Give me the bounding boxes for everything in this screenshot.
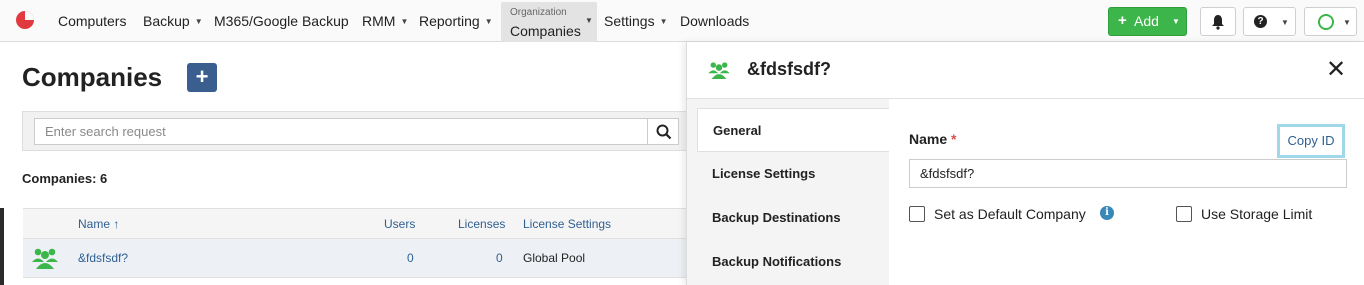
notifications-button[interactable] [1200,7,1236,36]
search-input[interactable] [34,118,648,145]
name-field-label: Name * [909,131,956,147]
company-license-settings: Global Pool [523,251,586,265]
detail-tabs: General License Settings Backup Destinat… [687,99,889,285]
add-button-label: Add [1134,13,1159,29]
company-licenses[interactable]: 0 [496,251,503,265]
company-group-icon [708,62,730,79]
nav-organization-caption: Organization [510,7,567,18]
nav-reporting[interactable]: Reporting ▼ [419,0,493,42]
table-header: Name ↑ Users Licenses License Settings [23,208,703,239]
search-icon [656,124,672,140]
company-name-field[interactable]: &fdsfsdf? [909,159,1347,188]
chevron-down-icon: ▼ [194,17,203,26]
column-header-users: Users [384,217,416,231]
nav-downloads[interactable]: Downloads [680,0,749,42]
company-detail-panel: &fdsfsdf? ✕ General License Settings Bac… [686,42,1364,285]
required-mark: * [951,131,957,147]
nav-backup[interactable]: Backup ▼ [143,0,203,42]
company-users[interactable]: 0 [407,251,414,265]
nav-organization[interactable]: Organization Companies ▼ [501,2,597,42]
add-company-button[interactable]: + [187,63,217,92]
tab-backup-notifications[interactable]: Backup Notifications [697,240,889,284]
default-company-label: Set as Default Company [934,206,1086,222]
nav-organization-label: Companies [510,23,581,39]
chevron-down-icon: ▼ [1172,17,1180,26]
panel-header: &fdsfsdf? ✕ [687,42,1364,99]
add-button[interactable]: + Add ▼ [1108,7,1187,36]
close-icon[interactable]: ✕ [1326,55,1346,84]
name-label-text: Name [909,131,948,147]
user-avatar-icon [1318,14,1334,30]
search-button[interactable] [647,118,679,145]
info-icon[interactable]: i [1100,206,1114,220]
table-row[interactable]: &fdsfsdf? 0 0 Global Pool [23,239,703,278]
tab-general[interactable]: General [697,108,889,152]
help-button[interactable]: ? ▼ [1243,7,1296,36]
top-navbar: Computers Backup ▼ M365/Google Backup RMM… [0,0,1364,42]
chevron-down-icon: ▼ [400,17,409,26]
help-icon: ? [1254,15,1267,28]
user-menu-button[interactable]: ▼ [1304,7,1357,36]
storage-limit-label: Use Storage Limit [1201,206,1313,222]
nav-computers[interactable]: Computers [58,0,126,42]
column-header-license-settings: License Settings [523,217,612,231]
companies-count: Companies: 6 [22,171,108,186]
tab-license-settings[interactable]: License Settings [697,152,889,196]
storage-limit-checkbox[interactable] [1176,206,1192,222]
company-group-icon [32,248,58,269]
window-edge [0,208,4,285]
copy-id-button[interactable]: Copy ID [1277,124,1345,158]
nav-rmm[interactable]: RMM ▼ [362,0,408,42]
column-header-licenses: Licenses [458,217,506,231]
chevron-down-icon: ▼ [659,17,668,26]
plus-icon: + [1118,12,1127,29]
chevron-down-icon: ▼ [484,17,493,26]
chevron-down-icon: ▼ [1281,18,1289,27]
tab-backup-destinations[interactable]: Backup Destinations [697,196,889,240]
default-company-checkbox[interactable] [909,206,925,222]
nav-settings[interactable]: Settings ▼ [604,0,668,42]
chevron-down-icon: ▼ [585,16,593,25]
brand-logo-icon[interactable] [14,9,36,31]
nav-m365-google-backup[interactable]: M365/Google Backup [214,0,349,42]
panel-title: &fdsfsdf? [747,59,831,79]
chevron-down-icon: ▼ [1343,18,1351,27]
search-bar [22,111,702,151]
company-name-link[interactable]: &fdsfsdf? [78,251,128,265]
bell-icon [1212,15,1224,30]
column-header-name[interactable]: Name ↑ [78,217,119,231]
page-title: Companies [22,62,163,92]
